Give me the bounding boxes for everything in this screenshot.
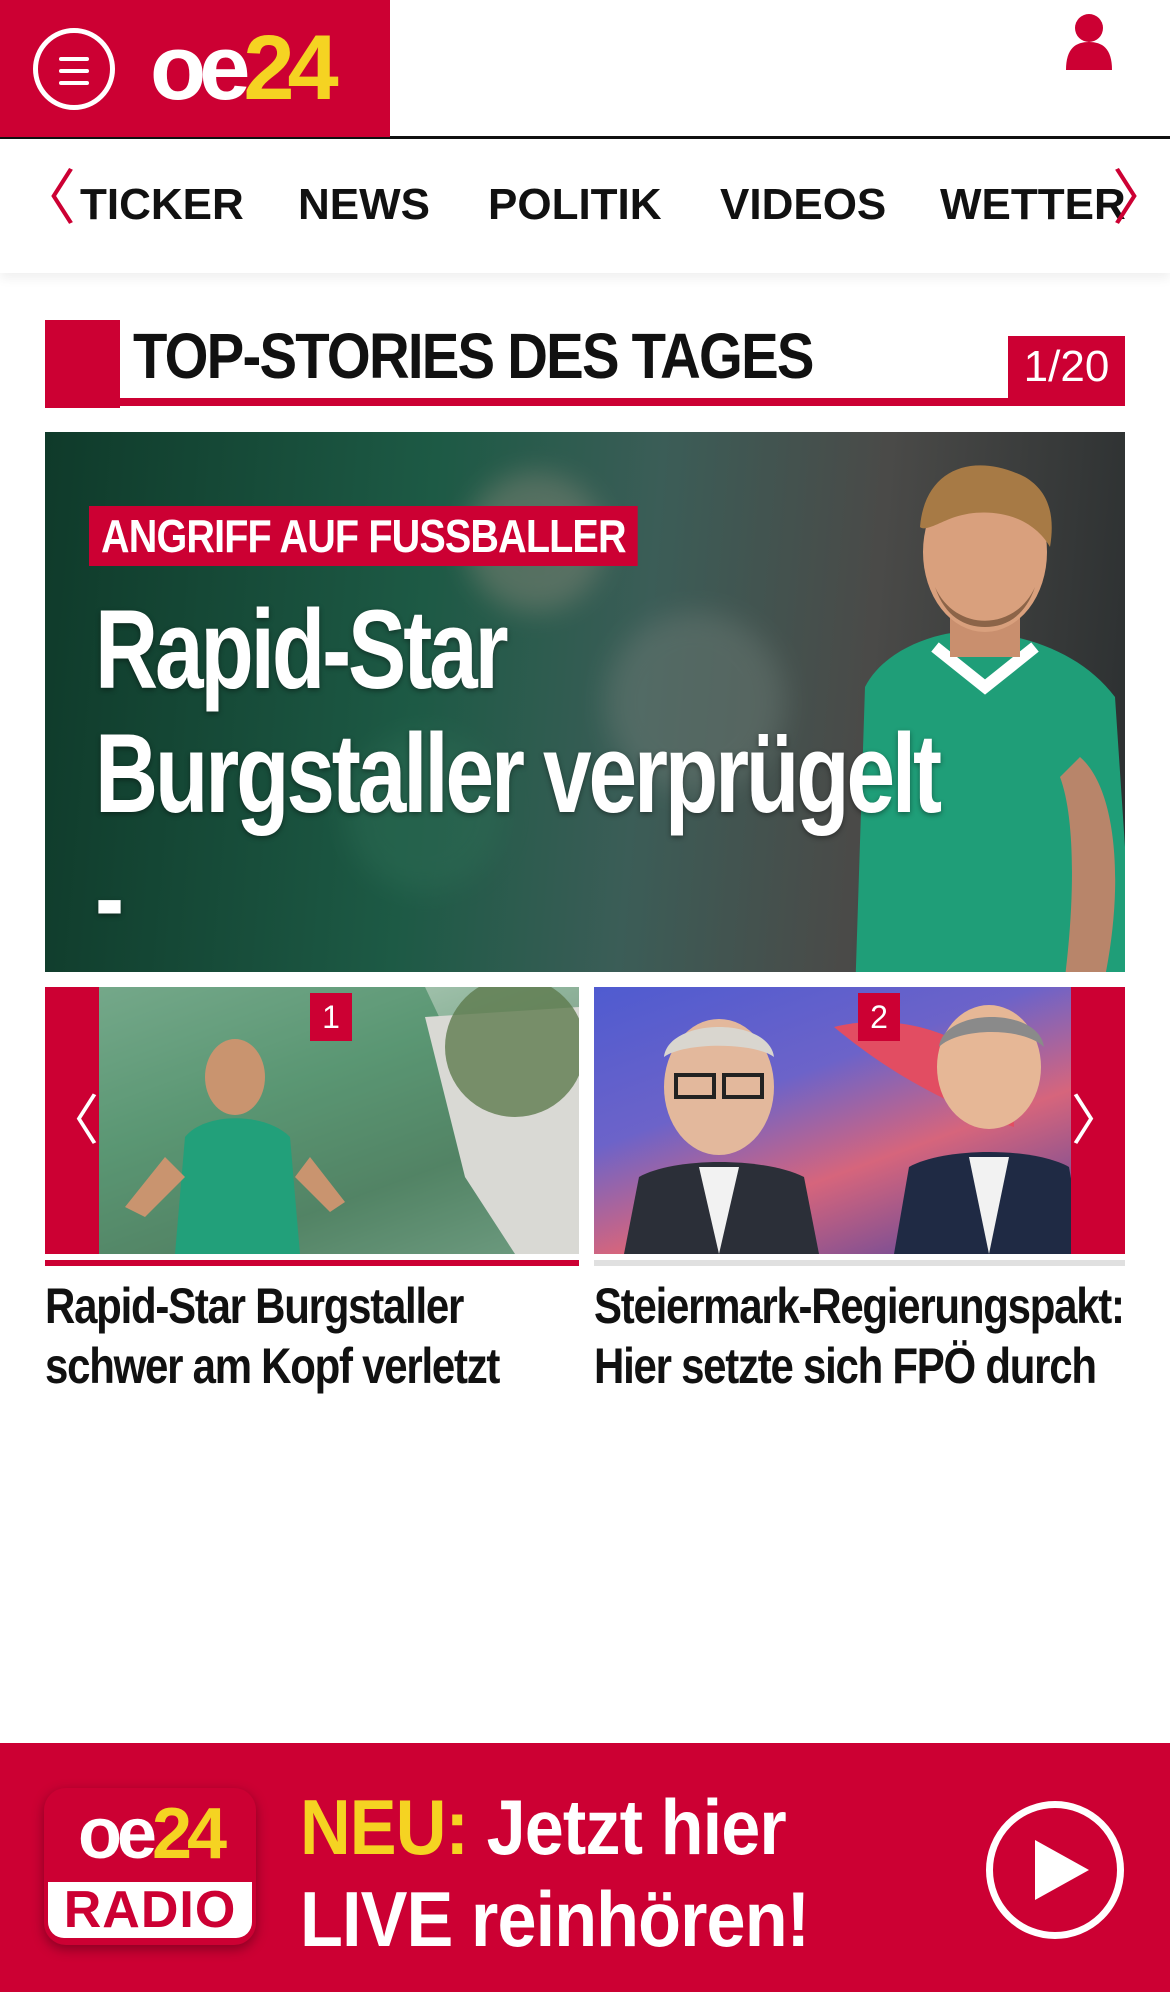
radio-banner[interactable]: oe24 RADIO NEU: Jetzt hier LIVE reinhöre…: [0, 1743, 1170, 1992]
hero-headline-line: Rapid-Star: [95, 587, 509, 712]
radio-neu-label: NEU:: [300, 1783, 469, 1871]
hero-headline-line: schwer am Kopf verletzt: [95, 960, 953, 973]
radio-logo: oe24 RADIO: [44, 1788, 256, 1945]
radio-logo-wordmark: oe24: [44, 1794, 256, 1874]
teaser-title-2[interactable]: Steiermark-Regierungspakt: Hier setzte s…: [594, 1276, 1132, 1396]
radio-cta-text: NEU: Jetzt hier LIVE reinhören!: [300, 1781, 810, 1965]
radio-logo-24: 24: [151, 1794, 227, 1874]
nav-item-ticker[interactable]: TICKER: [80, 179, 244, 231]
hero-headline-line: Burgstaller verprügelt -: [95, 711, 942, 960]
teaser-index-badge: 1: [310, 993, 352, 1041]
hero-story[interactable]: ANGRIFF AUF FUSSBALLER Rapid-Star Burgst…: [45, 432, 1125, 972]
section-title: TOP-STORIES DES TAGES: [133, 320, 814, 392]
chevron-left-icon[interactable]: 〈: [16, 169, 76, 229]
story-counter: 1/20: [1008, 336, 1125, 398]
nav-item-politik[interactable]: POLITIK: [488, 179, 662, 231]
radio-line1: Jetzt hier: [468, 1783, 787, 1871]
site-header: oe24: [0, 0, 1170, 139]
teaser-index-badge: 2: [858, 993, 900, 1041]
logo-oe: oe: [150, 17, 250, 119]
section-accent: [45, 320, 120, 408]
chevron-right-icon[interactable]: 〉: [1112, 169, 1170, 229]
site-logo[interactable]: oe24: [150, 22, 339, 114]
section-underline: [45, 398, 1125, 406]
section-header: TOP-STORIES DES TAGES 1/20: [45, 320, 1125, 408]
user-icon[interactable]: [1064, 12, 1114, 70]
slider-prev-button[interactable]: 〈: [45, 987, 99, 1254]
menu-icon[interactable]: [33, 28, 115, 110]
radio-line2: LIVE reinhören!: [300, 1875, 810, 1963]
category-nav: 〈 TICKER NEWS POLITIK VIDEOS WETTER 〉: [0, 139, 1170, 273]
hero-kicker: ANGRIFF AUF FUSSBALLER: [89, 506, 638, 566]
teaser-progress-active: [45, 1260, 579, 1266]
teaser-progress-inactive: [594, 1260, 1125, 1266]
nav-item-videos[interactable]: VIDEOS: [720, 179, 886, 231]
nav-item-wetter[interactable]: WETTER: [940, 179, 1126, 231]
radio-logo-label: RADIO: [48, 1882, 252, 1938]
nav-item-news[interactable]: NEWS: [298, 179, 430, 231]
teaser-title-1[interactable]: Rapid-Star Burgstaller schwer am Kopf ve…: [45, 1276, 583, 1396]
brand-box: oe24: [0, 0, 390, 137]
play-icon[interactable]: [986, 1801, 1124, 1939]
slider-next-button[interactable]: 〉: [1071, 987, 1125, 1254]
hero-headline[interactable]: Rapid-Star Burgstaller verprügelt - schw…: [95, 587, 953, 973]
radio-logo-oe: oe: [77, 1794, 157, 1874]
logo-24: 24: [243, 17, 338, 119]
